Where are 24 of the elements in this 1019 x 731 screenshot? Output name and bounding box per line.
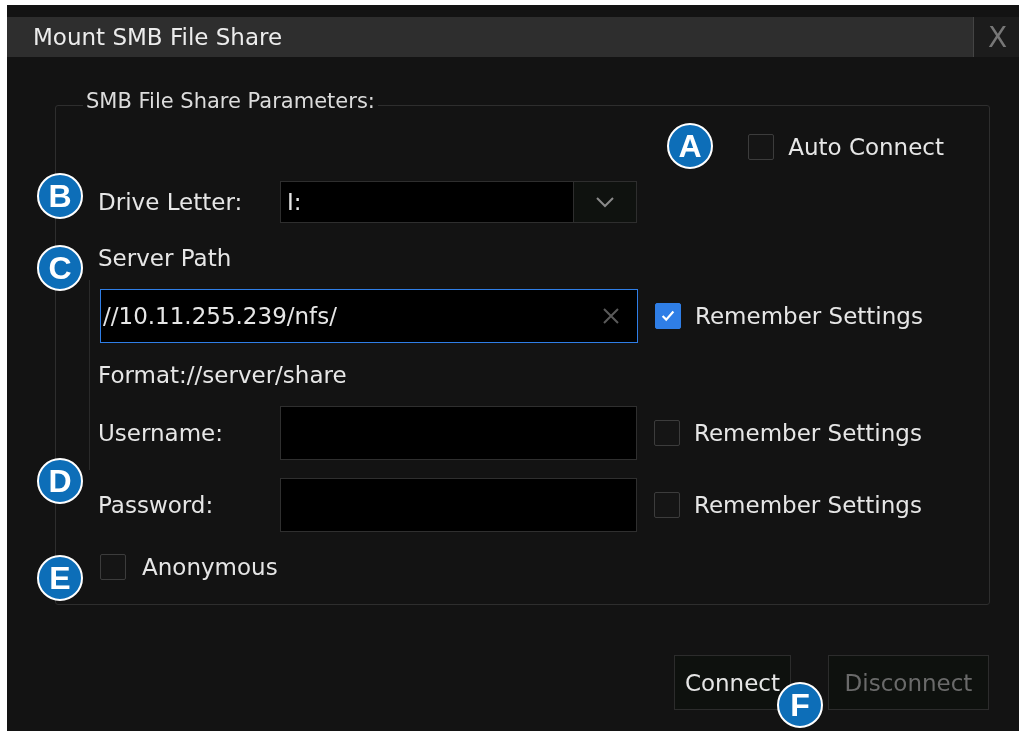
field-label: Username: bbox=[98, 420, 224, 446]
drive-letter-dropdown[interactable]: I: bbox=[280, 181, 637, 223]
field-label: Password: bbox=[98, 492, 215, 518]
checkbox-label: Remember Settings bbox=[694, 420, 922, 446]
checkbox[interactable] bbox=[655, 303, 681, 329]
connect-button[interactable]: Connect bbox=[673, 655, 791, 710]
chevron-down-icon bbox=[595, 196, 615, 208]
checkbox-label: Remember Settings bbox=[694, 492, 922, 518]
server-path-field[interactable]: //10.11.255.239/nfs/ bbox=[100, 289, 638, 343]
checkbox[interactable] bbox=[100, 554, 126, 580]
window-title: Mount SMB File Share bbox=[32, 24, 283, 50]
checkbox[interactable] bbox=[748, 134, 775, 160]
close-button[interactable]: X bbox=[973, 17, 1019, 57]
checkbox-label: Anonymous bbox=[142, 554, 278, 580]
field-label: Server Path bbox=[98, 245, 233, 271]
input-field[interactable] bbox=[280, 478, 637, 532]
format-hint: Format://server/share bbox=[98, 362, 348, 388]
checkbox[interactable] bbox=[654, 492, 680, 518]
clear-icon[interactable] bbox=[601, 306, 621, 326]
field-label: Drive Letter: bbox=[98, 189, 244, 215]
input-field[interactable] bbox=[280, 406, 637, 460]
checkbox[interactable] bbox=[654, 420, 680, 446]
checkbox-label: Remember Settings bbox=[695, 303, 923, 329]
checkbox-label: Auto Connect bbox=[788, 134, 944, 160]
